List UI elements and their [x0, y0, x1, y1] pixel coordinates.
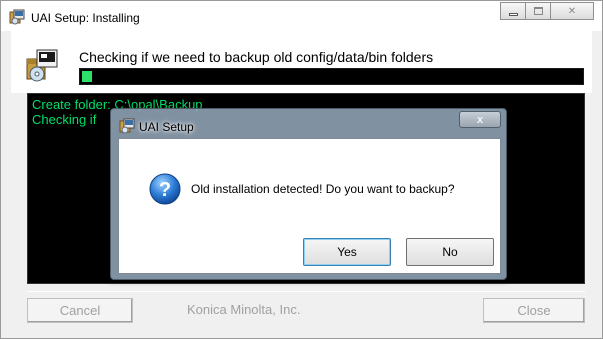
dialog-close-button[interactable]: x	[459, 111, 501, 128]
window-controls: ✕	[500, 2, 594, 20]
installer-icon	[9, 9, 25, 25]
no-button[interactable]: No	[406, 238, 494, 266]
dialog-title: UAI Setup	[139, 120, 194, 134]
close-icon: x	[476, 113, 484, 126]
installer-icon	[119, 118, 135, 134]
footer-divider	[27, 291, 585, 292]
progress-bar	[79, 68, 584, 85]
maximize-button[interactable]	[525, 2, 551, 20]
minimize-button[interactable]	[500, 2, 526, 20]
title-bar: UAI Setup: Installing ✕	[1, 1, 602, 31]
progress-fill	[82, 71, 92, 82]
dialog-message: Old installation detected! Do you want t…	[191, 182, 455, 196]
company-label: Konica Minolta, Inc.	[187, 302, 301, 317]
minimize-icon	[508, 12, 518, 16]
svg-text:?: ?	[159, 179, 171, 201]
question-icon: ?	[149, 173, 181, 205]
window-title: UAI Setup: Installing	[31, 11, 140, 25]
maximize-icon	[533, 7, 543, 15]
backup-dialog: UAI Setup x ? Old installation detected!…	[110, 108, 507, 280]
close-icon: ✕	[567, 5, 577, 17]
package-icon	[26, 49, 58, 82]
close-button[interactable]: ✕	[550, 2, 594, 20]
cancel-button[interactable]: Cancel	[27, 298, 133, 323]
yes-button[interactable]: Yes	[303, 238, 391, 266]
close-installer-button[interactable]: Close	[483, 298, 585, 323]
dialog-body: ? Old installation detected! Do you want…	[118, 138, 501, 274]
status-text: Checking if we need to backup old config…	[79, 49, 434, 65]
